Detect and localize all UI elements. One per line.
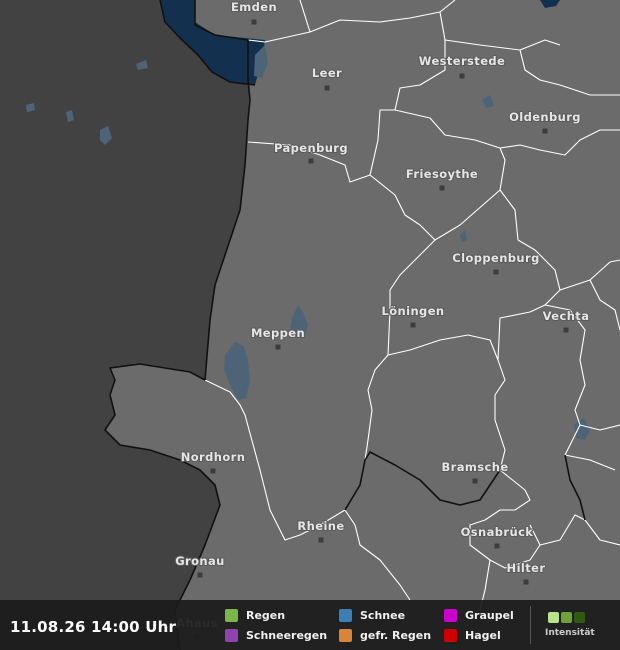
city-dot-gronau [197,572,203,578]
legend-item-graupel: Graupel [444,608,514,622]
city-dot-papenburg [308,158,314,164]
city-label-vechta: Vechta [543,309,590,323]
city-dot-meppen [275,344,281,350]
legend-swatch-schneeregen [225,628,238,642]
intensity-swatch-low [548,612,559,623]
city-dot-oldenburg [542,128,548,134]
city-label-cloppenburg: Cloppenburg [452,251,539,265]
city-dot-westerstede [459,73,465,79]
city-label-friesoythe: Friesoythe [406,167,478,181]
legend-bar: 11.08.26 14:00 Uhr Regen Schneeregen Sch… [0,600,620,650]
city-dot-hilter [523,579,529,585]
intensity-swatch-mid [561,612,572,623]
city-dot-cloppenburg [493,269,499,275]
legend-swatch-hagel [444,628,457,642]
city-dot-bramsche [472,478,478,484]
legend-item-schneeregen: Schneeregen [225,628,327,642]
legend-label-regen: Regen [246,608,286,622]
legend-item-regen: Regen [225,608,285,622]
city-dot-vechta [563,327,569,333]
legend-label-schneeregen: Schneeregen [246,628,328,642]
legend-label-graupel: Graupel [465,608,514,622]
city-label-papenburg: Papenburg [274,141,348,155]
legend-label-schnee: Schnee [360,608,406,622]
city-label-bramsche: Bramsche [441,460,508,474]
legend-label-hagel: Hagel [465,628,501,642]
city-label-gronau: Gronau [175,554,225,568]
city-label-hilter: Hilter [507,561,546,575]
legend-divider [530,606,531,644]
city-label-westerstede: Westerstede [419,54,505,68]
map-canvas[interactable]: Emden Leer Westerstede Oldenburg Papenburg Fr… [0,0,620,650]
intensity-swatch-high [574,612,585,623]
legend-item-hagel: Hagel [444,628,501,642]
city-dot-emden [251,19,257,25]
legend-item-gefr-regen: gefr. Regen [339,628,431,642]
city-label-emden: Emden [231,0,277,14]
legend-label-gefr-regen: gefr. Regen [360,628,432,642]
intensity-scale: Intensität [545,612,615,642]
city-label-l-ningen: Löningen [382,304,445,318]
radar-map[interactable]: Emden Leer Westerstede Oldenburg Papenburg Fr… [0,0,620,650]
timestamp-label: 11.08.26 14:00 Uhr [10,618,177,636]
city-label-leer: Leer [312,66,342,80]
legend-swatch-gefr-regen [339,628,352,642]
intensity-label: Intensität [545,628,595,638]
city-label-meppen: Meppen [251,326,305,340]
city-dot-friesoythe [439,185,445,191]
legend-swatch-schnee [339,608,352,622]
city-dot-leer [324,85,330,91]
city-label-oldenburg: Oldenburg [509,110,581,124]
legend-item-schnee: Schnee [339,608,405,622]
city-dot-rheine [318,537,324,543]
city-label-rheine: Rheine [297,519,344,533]
city-label-nordhorn: Nordhorn [181,450,246,464]
legend-swatch-regen [225,608,238,622]
city-label-osnabr-ck: Osnabrück [461,525,534,539]
city-dot-nordhorn [210,468,216,474]
city-dot-l-ningen [410,322,416,328]
city-dot-osnabr-ck [494,543,500,549]
legend-swatch-graupel [444,608,457,622]
